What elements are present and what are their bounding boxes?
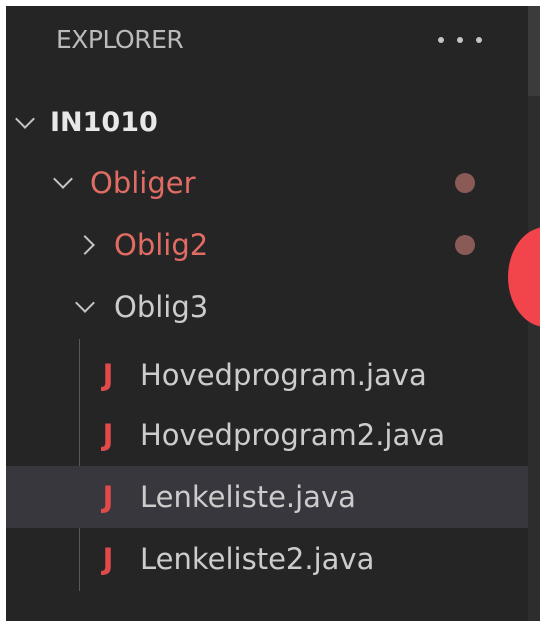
ellipsis-dot [476, 37, 482, 43]
scrollbar-thumb[interactable] [528, 6, 540, 96]
ellipsis-icon[interactable] [438, 24, 482, 56]
java-file-icon: J [102, 542, 114, 576]
file-label: Lenkeliste2.java [140, 542, 375, 576]
chevron-down-icon [53, 169, 73, 189]
tree-folder-oblig3[interactable]: Oblig3 [6, 276, 528, 338]
folder-label-oblig3: Oblig3 [114, 290, 209, 324]
chevron-down-icon [75, 293, 95, 313]
folder-label-obliger: Obliger [90, 166, 196, 200]
explorer-panel: EXPLORER IN1010 Obliger Oblig2 Oblig3 J … [6, 6, 540, 621]
chevron-right-icon [75, 235, 95, 255]
modified-dot-icon [455, 173, 475, 193]
tree-file-lenkeliste2[interactable]: J Lenkeliste2.java [6, 528, 528, 590]
file-label: Lenkeliste.java [140, 480, 356, 514]
tree-file-lenkeliste[interactable]: J Lenkeliste.java [6, 466, 528, 528]
chevron-down-icon [15, 109, 35, 129]
folder-label-oblig2: Oblig2 [114, 228, 209, 262]
ellipsis-dot [457, 37, 463, 43]
explorer-title: EXPLORER [56, 25, 184, 54]
tree-file-hovedprogram2[interactable]: J Hovedprogram2.java [6, 404, 528, 466]
file-label: Hovedprogram2.java [140, 418, 446, 452]
tree-folder-in1010[interactable]: IN1010 [6, 92, 528, 154]
folder-label-in1010: IN1010 [50, 107, 158, 138]
explorer-header: EXPLORER [6, 6, 528, 76]
modified-dot-icon [455, 235, 475, 255]
ellipsis-dot [438, 37, 444, 43]
tree-file-hovedprogram[interactable]: J Hovedprogram.java [6, 344, 528, 406]
java-file-icon: J [102, 480, 114, 514]
java-file-icon: J [102, 418, 114, 452]
tree-folder-obliger[interactable]: Obliger [6, 152, 528, 214]
java-file-icon: J [102, 358, 114, 392]
file-label: Hovedprogram.java [140, 358, 427, 392]
tree-folder-oblig2[interactable]: Oblig2 [6, 214, 528, 276]
